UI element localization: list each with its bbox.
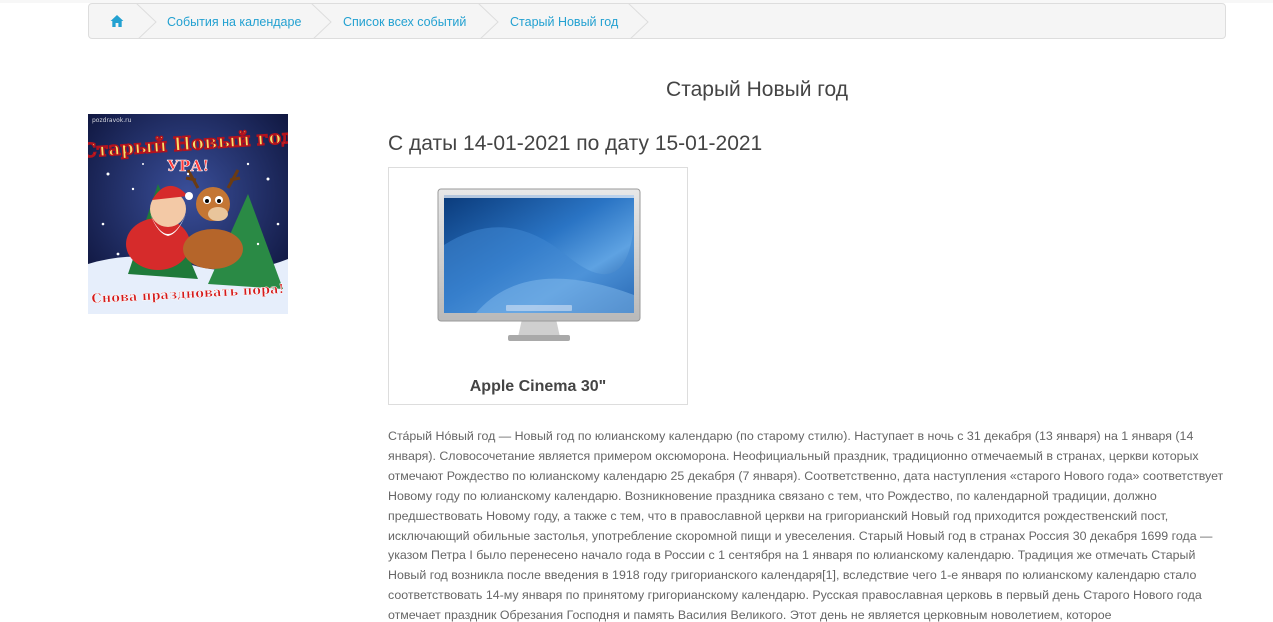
breadcrumb-item-calendar-events[interactable]: События на календаре: [167, 4, 301, 38]
event-image: Старый Новый год УРА! Снова праздновать …: [88, 114, 288, 314]
event-date-range: С даты 14-01-2021 по дату 15-01-2021: [388, 132, 763, 155]
breadcrumb-item-all-events[interactable]: Список всех событий: [343, 4, 466, 38]
breadcrumb: События на календаре Список всех событий…: [88, 3, 1226, 39]
home-icon: [110, 15, 124, 27]
product-card: Apple Cinema 30": [388, 167, 688, 405]
svg-text:УРА!: УРА!: [167, 157, 209, 175]
breadcrumb-chevron-icon: [628, 4, 649, 38]
svg-text:pozdravok.ru: pozdravok.ru: [92, 117, 132, 124]
breadcrumb-chevron-icon: [478, 4, 499, 38]
product-name-link[interactable]: Apple Cinema 30": [389, 378, 687, 396]
breadcrumb-item-current-event[interactable]: Старый Новый год: [510, 4, 618, 38]
breadcrumb-chevron-icon: [136, 4, 157, 38]
breadcrumb-chevron-icon: [311, 4, 332, 38]
product-image: [437, 188, 641, 341]
breadcrumb-home-link[interactable]: [89, 4, 139, 38]
event-description: Ста́рый Но́вый год — Новый год по юлианс…: [388, 429, 1224, 622]
page-title: Старый Новый год: [666, 78, 848, 101]
page: События на календаре Список всех событий…: [0, 0, 1273, 622]
